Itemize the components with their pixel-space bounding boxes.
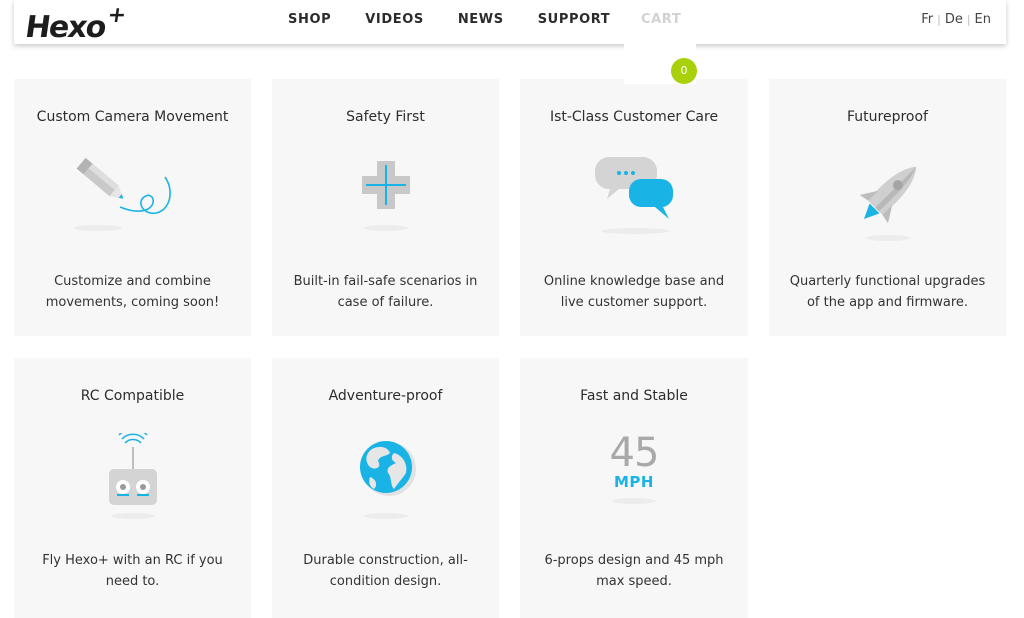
logo-text: Hexo (23, 10, 108, 45)
feature-title: Ist-Class Customer Care (549, 109, 719, 125)
lang-en[interactable]: En (975, 12, 991, 27)
rocket-icon (859, 166, 916, 241)
feature-card-custom-camera: Custom Camera Movement Customize and com… (14, 79, 251, 336)
feature-description: Customize and combine movements, coming … (45, 274, 220, 310)
speed-shadow (612, 498, 656, 504)
feature-card-futureproof: Futureproof Quarterly functional upgrade… (769, 79, 1006, 336)
speed-unit: MPH (614, 473, 654, 491)
pencil-path-icon (73, 157, 171, 231)
nav-videos[interactable]: VIDEOS (365, 0, 424, 40)
feature-card-rc: RC Compatible Fly Hexo+ with an RC if yo… (14, 358, 251, 618)
hexo-logo[interactable]: Hexo+ (23, 2, 127, 46)
nav-shop[interactable]: SHOP (288, 0, 331, 40)
feature-card-safety: Safety First Built-in fail-safe scenario… (272, 79, 499, 336)
feature-description: Online knowledge base and live customer … (543, 274, 725, 310)
feature-title: Custom Camera Movement (36, 109, 229, 125)
feature-description: Fly Hexo+ with an RC if you need to. (42, 553, 223, 589)
feature-description: Built-in fail-safe scenarios in case of … (293, 274, 478, 310)
globe-icon (359, 441, 416, 519)
cart-count-badge: 0 (671, 58, 697, 84)
rc-controller-icon (108, 433, 157, 519)
cart-tab[interactable]: CART 0 (624, 0, 697, 84)
main-nav: SHOP VIDEOS NEWS SUPPORT (288, 0, 644, 40)
feature-title: RC Compatible (80, 388, 185, 404)
feature-title: Adventure-proof (328, 388, 443, 404)
feature-title: Safety First (346, 109, 425, 125)
lang-de[interactable]: De (945, 12, 963, 27)
feature-description: 6-props design and 45 mph max speed. (544, 553, 724, 589)
logo-plus: + (105, 3, 127, 28)
lang-fr[interactable]: Fr (921, 12, 933, 27)
plus-cross-icon (361, 161, 410, 231)
site-header: Hexo+ SHOP VIDEOS NEWS SUPPORT CART 0 Fr… (14, 0, 1006, 84)
cart-link[interactable]: CART (641, 0, 681, 40)
feature-title: Fast and Stable (580, 388, 688, 404)
feature-card-customer-care: Ist-Class Customer Care Online knowledge… (520, 79, 748, 336)
feature-card-fast-stable: Fast and Stable 45 MPH 6-props design an… (520, 358, 748, 618)
language-switcher: Fr | De | En (921, 12, 991, 27)
feature-title: Futureproof (847, 109, 928, 125)
feature-card-adventure: Adventure-proof Durable construction, al… (272, 358, 499, 618)
nav-support[interactable]: SUPPORT (538, 0, 611, 40)
speed-number: 45 (609, 430, 660, 476)
feature-description: Quarterly functional upgrades of the app… (789, 274, 986, 310)
feature-description: Durable construction, all-condition desi… (303, 553, 468, 589)
chat-bubbles-icon (594, 157, 674, 234)
nav-news[interactable]: NEWS (458, 0, 504, 40)
speed-icon: 45 MPH (520, 433, 748, 523)
